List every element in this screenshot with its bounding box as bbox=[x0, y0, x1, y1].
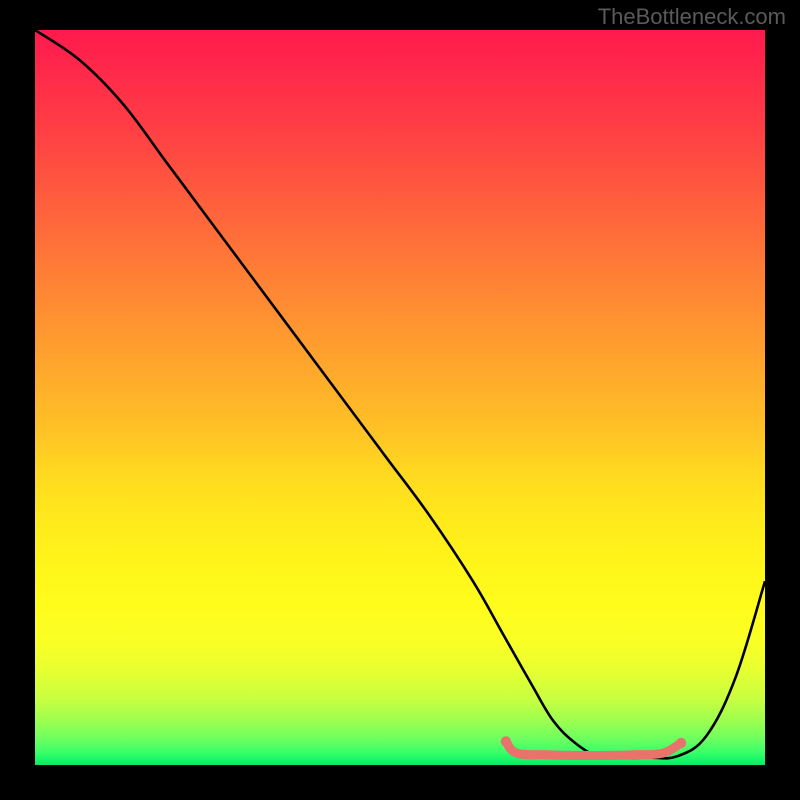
marker-group bbox=[501, 736, 687, 755]
watermark-text: TheBottleneck.com bbox=[598, 4, 786, 30]
optimal-range-endpoint bbox=[501, 736, 511, 746]
optimal-range-marker bbox=[506, 742, 681, 756]
bottleneck-curve bbox=[35, 30, 765, 758]
optimal-range-endpoint bbox=[676, 738, 686, 748]
curve-group bbox=[35, 30, 765, 758]
chart-plot-area bbox=[35, 30, 765, 765]
chart-svg bbox=[35, 30, 765, 765]
